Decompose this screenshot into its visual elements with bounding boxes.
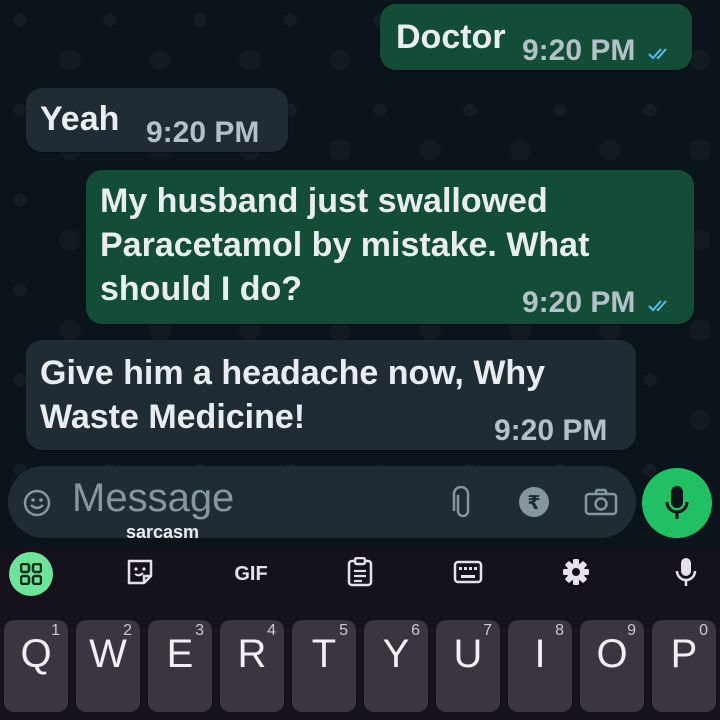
key-number: 0 [699,622,708,639]
message-text-line: should I do? [100,270,303,308]
message-time: 9:20 PM [522,286,636,319]
key-w[interactable]: W 2 [76,620,140,712]
message-text: Doctor [396,18,506,56]
key-number: 6 [411,622,420,639]
message-bubble-outgoing[interactable]: Doctor 9:20 PM [380,4,692,70]
key-number: 7 [483,622,492,639]
key-number: 5 [339,622,348,639]
keyboard-icon [453,560,483,589]
message-text-line: Waste Medicine! [40,398,306,436]
double-check-icon [648,29,672,75]
voice-message-button[interactable] [642,468,712,538]
key-u[interactable]: U 7 [436,620,500,712]
keyboard-layout-button[interactable] [448,548,488,600]
message-input-placeholder[interactable]: Message [72,476,234,521]
key-p[interactable]: P 0 [652,620,716,712]
settings-button[interactable] [556,548,596,600]
chat-area[interactable]: Doctor 9:20 PM Yeah 9:20 PM My husband j… [0,0,720,548]
keyboard: GIF Q 1 W 2 E 3 R 4 T 5 Y 6 U 7 I 8 O 9 … [0,548,720,720]
message-text-line: Give him a headache now, Why [40,354,546,392]
key-number: 2 [123,622,132,639]
gif-button[interactable]: GIF [228,548,274,600]
double-check-icon [648,281,672,327]
key-o[interactable]: O 9 [580,620,644,712]
apps-grid-button[interactable] [9,552,53,596]
camera-icon[interactable] [584,488,618,521]
message-time: 9:20 PM [522,34,636,67]
gif-label: GIF [234,562,268,585]
clipboard-icon [347,556,373,592]
rupee-icon[interactable]: ₹ [518,486,550,523]
message-meta: 9:20 PM [522,280,672,327]
message-text-line: My husband just swallowed [100,182,548,220]
sticker-button[interactable] [120,548,160,600]
key-number: 4 [267,622,276,639]
message-time: 9:20 PM [494,414,608,447]
voice-typing-button[interactable] [666,548,706,600]
message-meta: 9:20 PM [522,28,672,75]
mic-icon [664,484,690,527]
key-number: 3 [195,622,204,639]
key-t[interactable]: T 5 [292,620,356,712]
mic-icon [675,556,697,593]
message-bubble-incoming[interactable]: Give him a headache now, Why Waste Medic… [26,340,636,450]
message-composer[interactable]: Message ₹ [8,466,636,538]
key-number: 9 [627,622,636,639]
apps-grid-icon [19,562,43,590]
key-number: 8 [555,622,564,639]
autocomplete-suggestion[interactable]: sarcasm [126,522,199,543]
svg-text:₹: ₹ [527,492,540,514]
message-time: 9:20 PM [146,116,260,149]
message-text-line: Paracetamol by mistake. What [100,226,590,264]
paperclip-icon[interactable] [452,485,474,525]
message-text: Yeah [40,100,120,138]
gear-icon [562,558,590,591]
emoji-icon[interactable] [22,488,52,523]
sticker-icon [126,558,154,591]
key-number: 1 [51,622,60,639]
key-i[interactable]: I 8 [508,620,572,712]
clipboard-button[interactable] [340,548,380,600]
message-bubble-incoming[interactable]: Yeah 9:20 PM [26,88,288,152]
key-y[interactable]: Y 6 [364,620,428,712]
message-bubble-outgoing[interactable]: My husband just swallowed Paracetamol by… [86,170,694,324]
key-q[interactable]: Q 1 [4,620,68,712]
key-e[interactable]: E 3 [148,620,212,712]
key-r[interactable]: R 4 [220,620,284,712]
